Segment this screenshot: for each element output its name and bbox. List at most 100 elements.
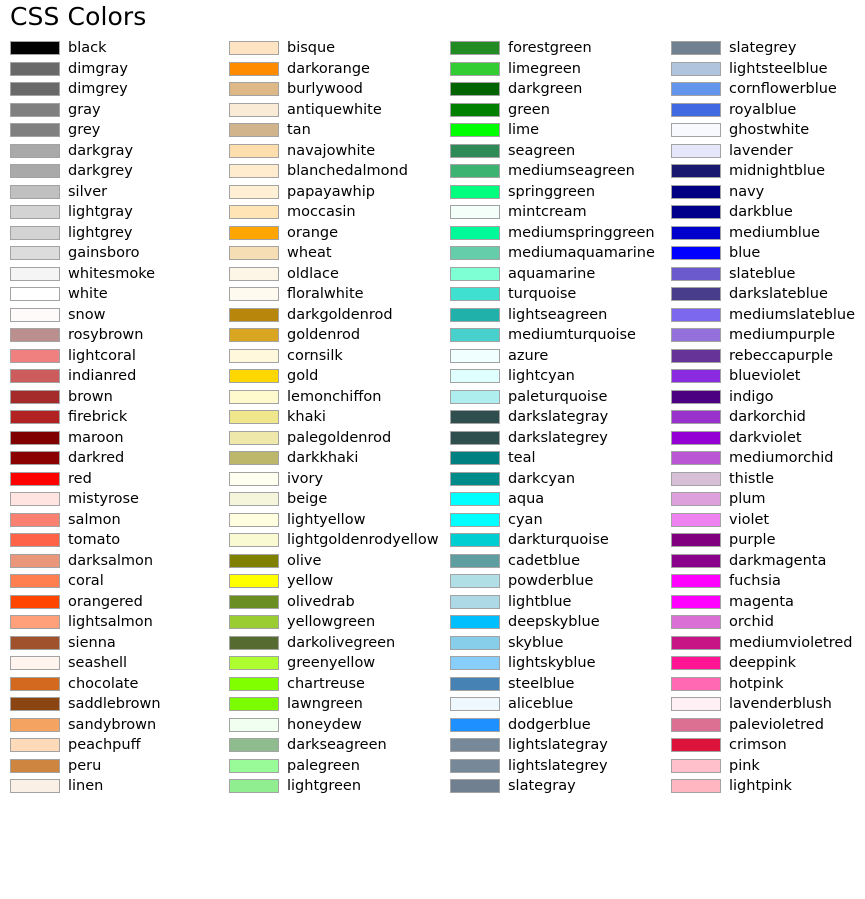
color-name-label: slategrey (729, 40, 797, 57)
color-name-label: brown (68, 388, 113, 405)
color-row: blanchedalmond (229, 161, 447, 182)
color-swatch (10, 266, 60, 281)
color-name-label: gray (68, 101, 101, 118)
color-name-label: darkslateblue (729, 286, 828, 303)
color-row: chartreuse (229, 674, 447, 695)
color-swatch (229, 369, 279, 384)
color-row: lightcyan (450, 366, 668, 387)
color-row: lightblue (450, 592, 668, 613)
color-swatch (10, 61, 60, 76)
color-swatch (10, 123, 60, 138)
color-row: red (10, 469, 225, 490)
color-name-label: honeydew (287, 716, 362, 733)
color-row: whitesmoke (10, 264, 225, 285)
color-name-label: gainsboro (68, 245, 140, 262)
color-name-label: olive (287, 552, 322, 569)
color-row: lightcoral (10, 346, 225, 367)
color-swatch (229, 328, 279, 343)
color-row: indigo (671, 387, 865, 408)
color-row: darkorange (229, 59, 447, 80)
color-name-label: lavenderblush (729, 696, 832, 713)
color-name-label: darksalmon (68, 552, 154, 569)
color-name-label: azure (508, 347, 549, 364)
color-swatch (229, 553, 279, 568)
color-swatch (671, 615, 721, 630)
color-name-label: powderblue (508, 573, 594, 590)
color-name-label: blanchedalmond (287, 163, 408, 180)
color-swatch (229, 430, 279, 445)
color-row: mediumseagreen (450, 161, 668, 182)
color-row: black (10, 38, 225, 59)
color-name-label: goldenrod (287, 327, 361, 344)
color-row: palevioletred (671, 715, 865, 736)
color-swatch (229, 615, 279, 630)
color-name-label: orchid (729, 614, 774, 631)
color-swatch (671, 287, 721, 302)
color-row: mediumpurple (671, 325, 865, 346)
color-row: lightgreen (229, 776, 447, 797)
color-row: bisque (229, 38, 447, 59)
color-row: antiquewhite (229, 100, 447, 121)
color-swatch (10, 184, 60, 199)
color-row: tan (229, 120, 447, 141)
color-swatch (229, 676, 279, 691)
color-swatch (229, 779, 279, 794)
color-swatch (671, 717, 721, 732)
color-row: floralwhite (229, 284, 447, 305)
color-swatch (10, 205, 60, 220)
color-row: darkgrey (10, 161, 225, 182)
color-swatch (671, 307, 721, 322)
color-row: lime (450, 120, 668, 141)
color-name-label: saddlebrown (68, 696, 161, 713)
color-name-label: peru (68, 757, 102, 774)
color-row: burlywood (229, 79, 447, 100)
color-row: mediumturquoise (450, 325, 668, 346)
color-row: lightsalmon (10, 612, 225, 633)
color-swatch (671, 697, 721, 712)
color-swatch (10, 287, 60, 302)
color-swatch (229, 287, 279, 302)
color-row: lightgray (10, 202, 225, 223)
color-row: violet (671, 510, 865, 531)
color-row: blueviolet (671, 366, 865, 387)
color-name-label: magenta (729, 593, 794, 610)
color-swatch (229, 225, 279, 240)
color-row: lightseagreen (450, 305, 668, 326)
color-name-label: floralwhite (287, 286, 364, 303)
color-swatch (450, 758, 500, 773)
color-swatch (229, 184, 279, 199)
color-name-label: hotpink (729, 675, 784, 692)
color-swatch (450, 123, 500, 138)
color-row: palegoldenrod (229, 428, 447, 449)
color-name-label: fuchsia (729, 573, 781, 590)
color-name-label: aqua (508, 491, 545, 508)
color-swatch (229, 451, 279, 466)
color-swatch (229, 102, 279, 117)
color-name-label: seagreen (508, 142, 576, 159)
color-row: moccasin (229, 202, 447, 223)
color-swatch (229, 205, 279, 220)
color-row: darkolivegreen (229, 633, 447, 654)
color-row: lightskyblue (450, 653, 668, 674)
color-row: darkcyan (450, 469, 668, 490)
color-row: lightsteelblue (671, 59, 865, 80)
color-swatch (671, 656, 721, 671)
color-swatch (671, 553, 721, 568)
color-row: beige (229, 489, 447, 510)
color-row: honeydew (229, 715, 447, 736)
page-title: CSS Colors (10, 2, 147, 31)
color-name-label: dodgerblue (508, 716, 591, 733)
color-swatch (671, 389, 721, 404)
color-name-label: darkorchid (729, 409, 806, 426)
color-name-label: mediumturquoise (508, 327, 636, 344)
color-swatch (10, 738, 60, 753)
color-name-label: coral (68, 573, 104, 590)
color-swatch (229, 164, 279, 179)
color-name-label: midnightblue (729, 163, 825, 180)
color-column-0: black dimgray dimgrey gray grey darkgray darkg… (10, 38, 225, 797)
color-swatch (10, 594, 60, 609)
color-row: royalblue (671, 100, 865, 121)
color-row: darkviolet (671, 428, 865, 449)
color-row: darkslategray (450, 407, 668, 428)
color-row: blue (671, 243, 865, 264)
